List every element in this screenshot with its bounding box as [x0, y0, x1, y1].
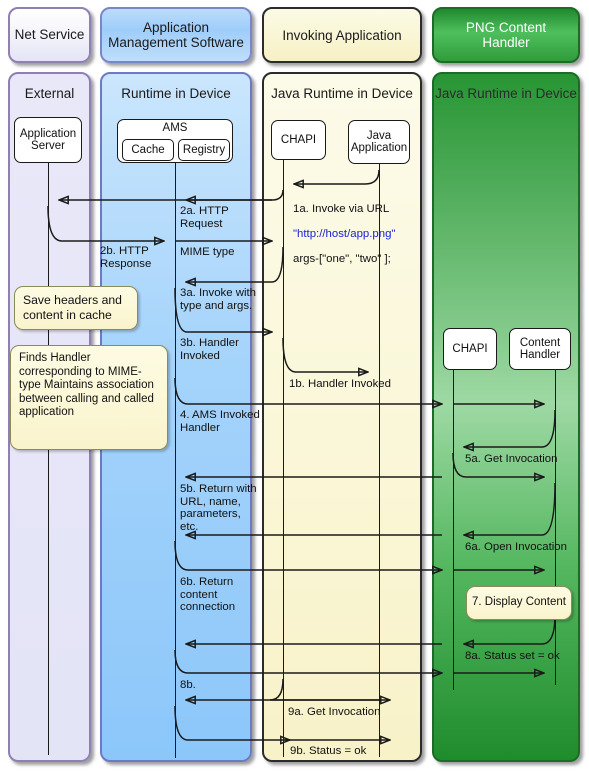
header-net-service: Net Service [8, 7, 91, 63]
column-external-title: External [24, 86, 75, 101]
actor-content-handler: Content Handler [509, 328, 571, 370]
column-java-runtime-png-title: Java Runtime in Device [435, 86, 577, 101]
note-save-headers-cache: Save headers and content in cache [14, 286, 138, 330]
column-java-runtime-invoking-title: Java Runtime in Device [271, 86, 413, 101]
lifeline-content-handler [555, 370, 556, 685]
column-java-runtime-png: Java Runtime in Device [432, 72, 580, 762]
actor-ams: AMS Cache Registry [117, 119, 233, 163]
actor-ams-registry: Registry [178, 139, 230, 161]
note-display-content: 7. Display Content [466, 586, 572, 620]
sequence-diagram-canvas: Net Service Application Management Softw… [0, 0, 589, 773]
header-net-service-label: Net Service [14, 27, 85, 42]
header-png-content-handler: PNG Content Handler [432, 7, 580, 63]
header-png-content-handler-label: PNG Content Handler [465, 20, 547, 50]
actor-chapi-invoking: CHAPI [271, 120, 326, 160]
actor-application-server: Application Server [14, 117, 82, 163]
lifeline-application-server [48, 163, 49, 755]
lifeline-java-application [379, 164, 380, 757]
header-ams-label: Application Management Software [108, 20, 244, 50]
column-java-runtime-invoking: Java Runtime in Device [262, 72, 422, 762]
actor-java-application: Java Application [348, 120, 410, 164]
column-runtime-title: Runtime in Device [121, 86, 231, 101]
lifeline-ams [175, 163, 176, 758]
header-invoking-application: Invoking Application [262, 7, 422, 63]
header-invoking-application-label: Invoking Application [282, 28, 402, 43]
lifeline-chapi-png [453, 370, 454, 690]
header-application-management-software: Application Management Software [100, 7, 252, 63]
actor-ams-label: AMS [162, 122, 188, 134]
actor-chapi-png: CHAPI [443, 328, 497, 370]
note-finds-handler: Finds Handler corresponding to MIME- typ… [10, 345, 168, 450]
lifeline-chapi-invoking [283, 160, 284, 757]
actor-ams-cache: Cache [122, 139, 174, 161]
